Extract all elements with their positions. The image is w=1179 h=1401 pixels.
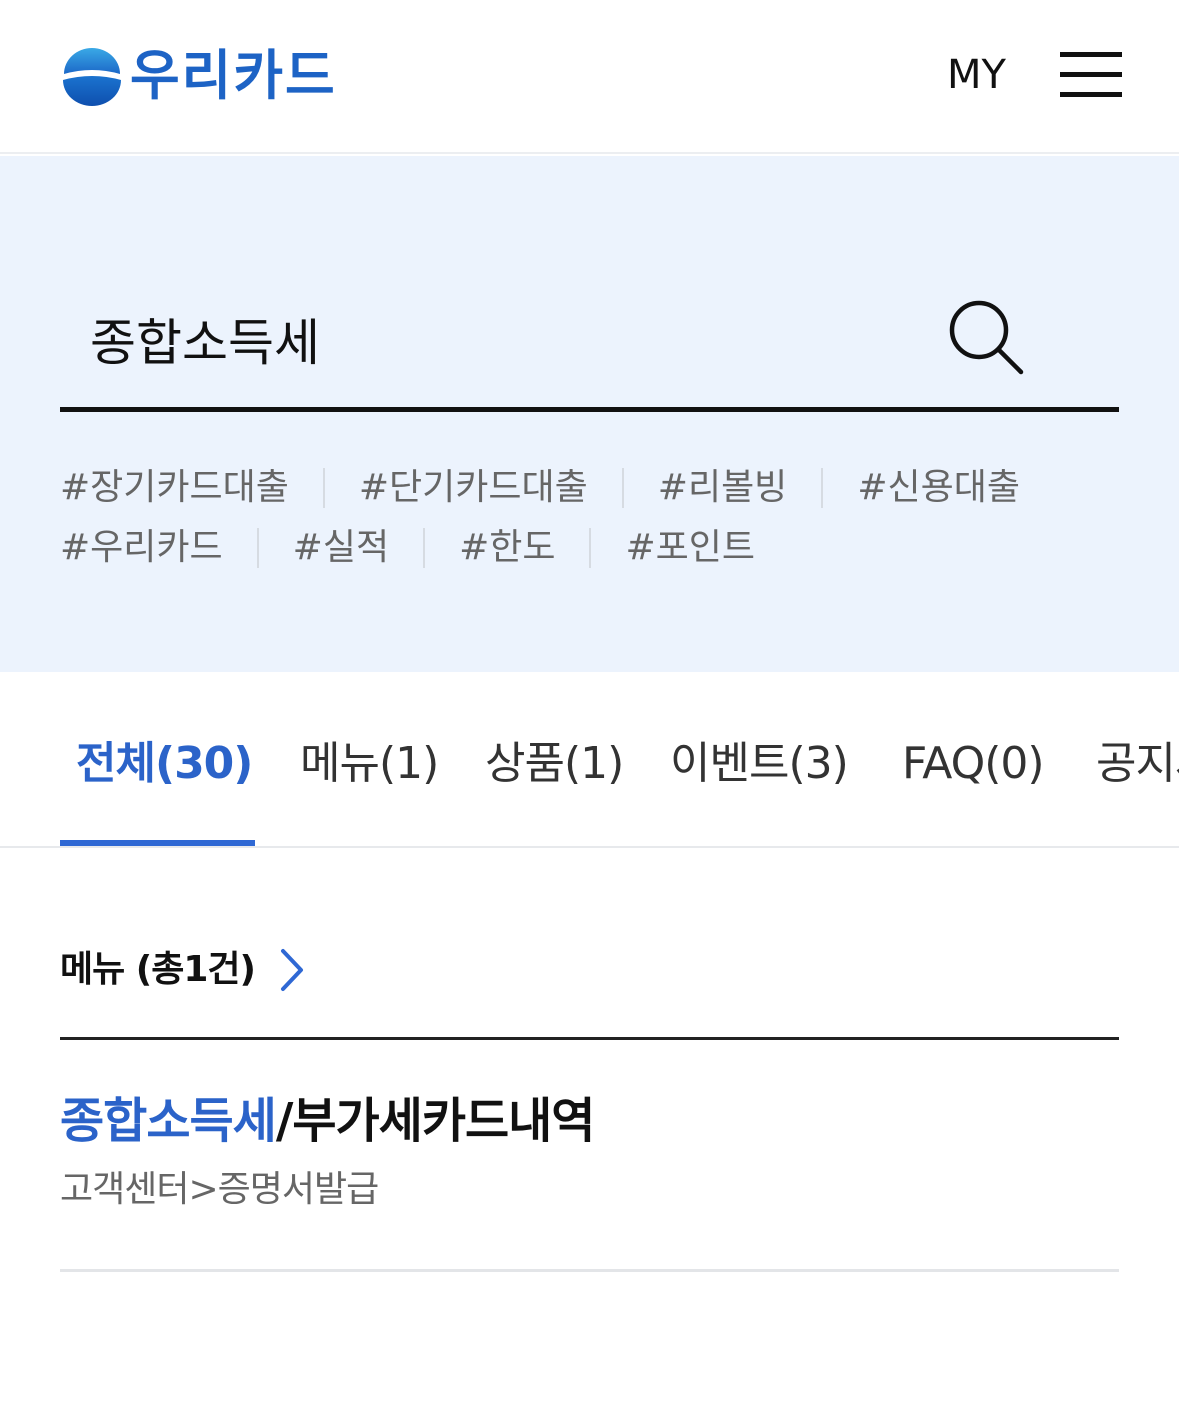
result-title-rest: /부가세카드내역 (275, 1093, 596, 1149)
tab-notices[interactable]: 공지사항 (1096, 734, 1179, 794)
chevron-right-icon (280, 949, 303, 991)
divider (821, 468, 824, 508)
hashtag-row: #장기카드대출 #단기카드대출 #리볼빙 #신용대출 (60, 458, 1120, 518)
woori-card-logo[interactable]: 우리카드 (60, 44, 337, 108)
tab-events[interactable]: 이벤트(3) (670, 734, 849, 794)
result-title[interactable]: 종합소득세/부가세카드내역 (60, 1088, 596, 1154)
result-tabs: 전체(30) 메뉴(1) 상품(1) 이벤트(3) FAQ(0) 공지사항 (0, 672, 1179, 848)
menu-section-header[interactable]: 메뉴 (총1건) (60, 940, 309, 1000)
hashtag-list: #장기카드대출 #단기카드대출 #리볼빙 #신용대출 #우리카드 #실적 #한도… (60, 458, 1120, 578)
hashtag-link[interactable]: #포인트 (625, 518, 755, 578)
result-breadcrumb: 고객센터>증명서발급 (60, 1169, 379, 1210)
search-panel: #장기카드대출 #단기카드대출 #리볼빙 #신용대출 #우리카드 #실적 #한도… (0, 156, 1179, 672)
tab-all[interactable]: 전체(30) (76, 734, 253, 794)
app-header: 우리카드 MY (0, 0, 1179, 154)
hashtag-link[interactable]: #장기카드대출 (60, 458, 289, 518)
search-input[interactable] (90, 304, 970, 374)
highlighted-keyword: 종합소득세 (60, 1093, 277, 1149)
my-page-link[interactable]: MY (947, 50, 1006, 100)
hashtag-link[interactable]: #우리카드 (60, 518, 223, 578)
hashtag-link[interactable]: #실적 (293, 518, 389, 578)
hashtag-link[interactable]: #한도 (459, 518, 555, 578)
tab-faq[interactable]: FAQ(0) (902, 734, 1045, 794)
divider (322, 468, 325, 508)
hamburger-menu-icon[interactable] (1060, 52, 1122, 98)
tab-menu[interactable]: 메뉴(1) (300, 734, 439, 794)
divider (621, 468, 624, 508)
list-item[interactable]: 종합소득세/부가세카드내역 고객센터>증명서발급 (60, 1040, 1119, 1272)
divider (589, 528, 592, 568)
hashtag-link[interactable]: #리볼빙 (658, 458, 788, 518)
divider (256, 528, 259, 568)
search-button[interactable] (945, 296, 1025, 376)
tab-products[interactable]: 상품(1) (485, 734, 624, 794)
logo-text: 우리카드 (130, 44, 337, 107)
divider (423, 528, 426, 568)
hashtag-row: #우리카드 #실적 #한도 #포인트 (60, 518, 1120, 578)
active-tab-indicator (60, 840, 255, 846)
section-title: 메뉴 (총1건) (60, 949, 256, 990)
hashtag-link[interactable]: #신용대출 (857, 458, 1020, 518)
hashtag-link[interactable]: #단기카드대출 (359, 458, 588, 518)
woori-logo-icon (63, 48, 121, 106)
search-icon (949, 300, 1024, 375)
